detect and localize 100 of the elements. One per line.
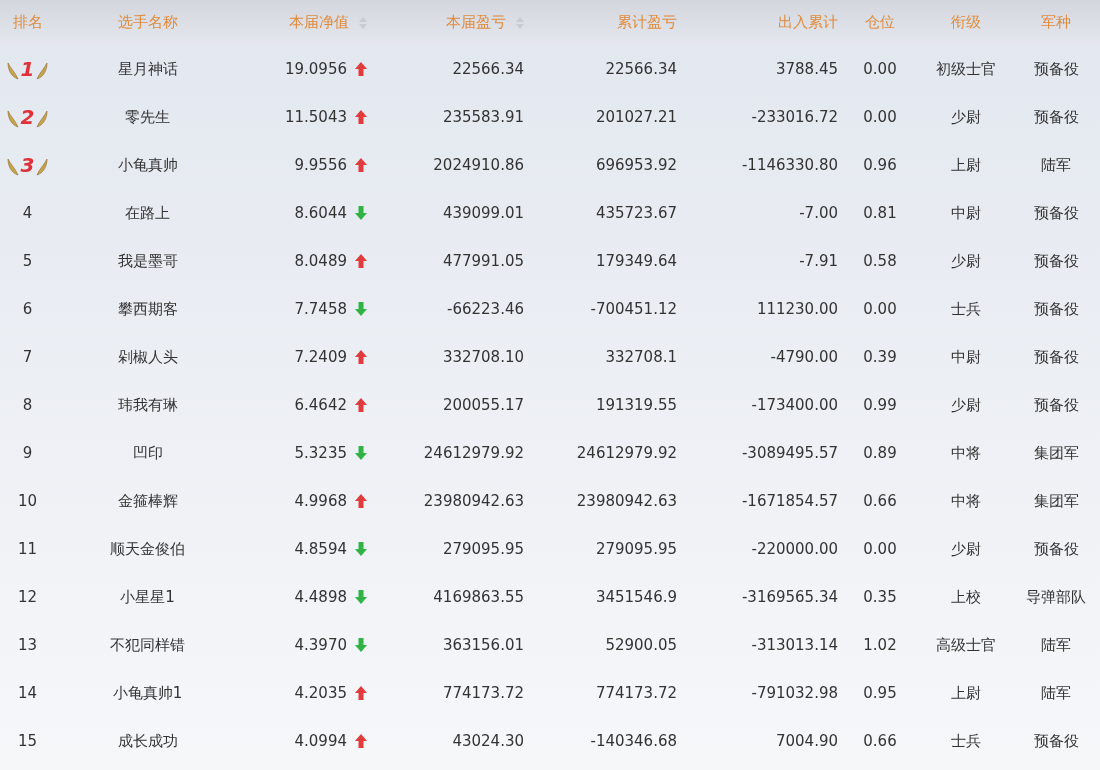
table-cell: 0.66 — [863, 732, 897, 750]
table-cell: -1146330.80 — [741, 156, 838, 174]
table-cell: 预备役 — [1033, 395, 1079, 415]
table-cell: 预备役 — [1033, 59, 1079, 79]
table-cell: -140346.68 — [590, 732, 677, 750]
table-cell: 52900.05 — [605, 636, 677, 654]
player-name: 剁椒人头 — [117, 347, 178, 367]
column-header[interactable]: 选手名称 — [117, 13, 178, 32]
net-value: 19.0956 — [284, 60, 347, 78]
table-cell: 集团军 — [1033, 491, 1079, 511]
table-cell: 24612979.92 — [576, 444, 677, 462]
table-cell: 中将 — [951, 443, 981, 463]
table-cell: 477991.05 — [442, 252, 524, 270]
table-cell: -313013.14 — [751, 636, 838, 654]
net-value: 4.9968 — [294, 492, 347, 510]
table-cell: 上校 — [951, 587, 981, 607]
table-cell: -700451.12 — [590, 300, 677, 318]
table-cell: -4790.00 — [770, 348, 838, 366]
table-cell: 201027.21 — [595, 108, 677, 126]
rank-number: 7 — [22, 348, 33, 366]
table-cell: 陆军 — [1041, 155, 1071, 175]
player-name: 顺天金俊伯 — [110, 539, 185, 559]
table-cell: 0.66 — [863, 492, 897, 510]
table-cell: 363156.01 — [442, 636, 524, 654]
net-value: 4.8594 — [294, 540, 347, 558]
table-cell: 696953.92 — [595, 156, 677, 174]
table-cell: 23980942.63 — [423, 492, 524, 510]
rank-number: 9 — [22, 444, 33, 462]
rank-number: 15 — [17, 732, 38, 750]
table-cell: 43024.30 — [452, 732, 524, 750]
player-name: 小星星1 — [120, 587, 175, 607]
rank-number: 5 — [22, 252, 33, 270]
player-name: 凹印 — [132, 443, 163, 463]
table-cell: 集团军 — [1033, 443, 1079, 463]
net-value: 4.0994 — [294, 732, 347, 750]
rank-number: 13 — [17, 636, 38, 654]
table-cell: 435723.67 — [595, 204, 677, 222]
column-header[interactable]: 累计盈亏 — [617, 13, 677, 32]
column-header[interactable]: 军种 — [1041, 13, 1071, 32]
player-name: 在路上 — [125, 203, 170, 223]
table-cell: 7004.90 — [775, 732, 838, 750]
table-cell: -66223.46 — [447, 300, 524, 318]
table-cell: 235583.91 — [442, 108, 524, 126]
table-cell: -7.00 — [799, 204, 838, 222]
player-name: 星月神话 — [117, 59, 178, 79]
table-cell: 0.58 — [863, 252, 897, 270]
table-cell: 预备役 — [1033, 731, 1079, 751]
player-name: 我是墨哥 — [117, 251, 178, 271]
table-cell: 陆军 — [1041, 683, 1071, 703]
table-cell: 2024910.86 — [433, 156, 524, 174]
table-cell: 332708.1 — [605, 348, 677, 366]
player-name: 小龟真帅1 — [112, 683, 183, 703]
net-value: 8.6044 — [294, 204, 347, 222]
table-cell: 4169863.55 — [433, 588, 524, 606]
table-cell: 初级士官 — [936, 59, 996, 79]
table-cell: -1671854.57 — [741, 492, 838, 510]
table-cell: 中尉 — [951, 347, 981, 367]
rank-number: 11 — [17, 540, 38, 558]
player-name: 成长成功 — [117, 731, 178, 751]
table-cell: 预备役 — [1033, 539, 1079, 559]
rank-number: 4 — [22, 204, 33, 222]
table-cell: -233016.72 — [751, 108, 838, 126]
net-value: 5.3235 — [294, 444, 347, 462]
rank-badge: 1 — [6, 57, 49, 81]
table-cell: 200055.17 — [442, 396, 524, 414]
rank-number: 8 — [22, 396, 33, 414]
table-cell: 上尉 — [951, 683, 981, 703]
table-cell: 预备役 — [1033, 347, 1079, 367]
rank-number: 6 — [22, 300, 33, 318]
table-cell: 439099.01 — [442, 204, 524, 222]
column-header[interactable]: 本届净值 — [289, 13, 367, 32]
table-cell: 高级士官 — [936, 635, 996, 655]
table-cell: 0.96 — [863, 156, 897, 174]
table-cell: 279095.95 — [442, 540, 524, 558]
player-name: 金箍棒辉 — [117, 491, 178, 511]
net-value: 11.5043 — [284, 108, 347, 126]
table-cell: -791032.98 — [751, 684, 838, 702]
table-cell: 191319.55 — [595, 396, 677, 414]
table-cell: 22566.34 — [605, 60, 677, 78]
table-cell: -3089495.57 — [741, 444, 838, 462]
net-value: 7.2409 — [294, 348, 347, 366]
table-cell: 279095.95 — [595, 540, 677, 558]
table-cell: 少尉 — [951, 107, 981, 127]
table-cell: 111230.00 — [756, 300, 838, 318]
column-header[interactable]: 出入累计 — [778, 13, 838, 32]
rank-badge: 3 — [6, 153, 49, 177]
net-value: 8.0489 — [294, 252, 347, 270]
column-header[interactable]: 排名 — [12, 13, 43, 32]
column-header[interactable]: 衔级 — [951, 13, 981, 32]
table-cell: -220000.00 — [751, 540, 838, 558]
table-cell: 少尉 — [951, 539, 981, 559]
table-cell: 士兵 — [951, 299, 981, 319]
net-value: 6.4642 — [294, 396, 347, 414]
table-cell: 少尉 — [951, 395, 981, 415]
column-header[interactable]: 仓位 — [865, 13, 895, 32]
table-cell: -173400.00 — [751, 396, 838, 414]
net-value: 4.4898 — [294, 588, 347, 606]
table-cell: 0.00 — [863, 300, 897, 318]
table-cell: 中将 — [951, 491, 981, 511]
column-header[interactable]: 本届盈亏 — [446, 13, 524, 32]
